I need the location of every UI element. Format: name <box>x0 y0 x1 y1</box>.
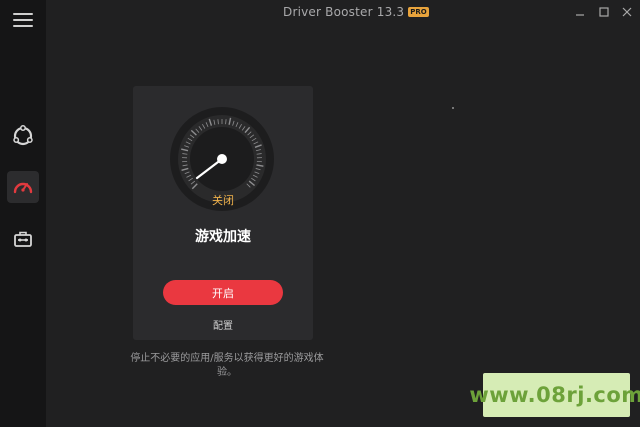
title-bar: Driver Booster 13.3 PRO <box>46 0 640 26</box>
minimize-button[interactable] <box>573 5 587 19</box>
speedometer-icon <box>13 182 33 194</box>
minimize-icon <box>576 14 584 16</box>
watermark-text: www.08rj.com <box>469 383 640 407</box>
sidebar-item-toolbox[interactable] <box>7 223 39 255</box>
pro-badge: PRO <box>408 7 429 17</box>
start-boost-button[interactable]: 开启 <box>163 280 283 305</box>
config-link[interactable]: 配置 <box>133 317 313 332</box>
sidebar <box>0 0 46 427</box>
app-window: Driver Booster 13.3 PRO 关闭 游戏加速 开启 配置 停止… <box>0 0 640 427</box>
sidebar-item-scan[interactable] <box>7 120 39 152</box>
app-title: Driver Booster 13.3 <box>283 5 405 19</box>
close-button[interactable] <box>620 5 634 19</box>
ring-icon <box>13 125 33 146</box>
boost-status: 关闭 <box>212 194 234 207</box>
gauge-hub <box>217 154 227 164</box>
toolbox-icon <box>14 231 32 247</box>
watermark: www.08rj.com <box>469 373 640 417</box>
sidebar-item-game-boost[interactable] <box>7 171 39 203</box>
maximize-icon <box>599 7 609 17</box>
description-text: 停止不必要的应用/服务以获得更好的游戏体验。 <box>130 353 324 378</box>
close-icon <box>622 7 632 17</box>
game-boost-card: 关闭 游戏加速 开启 配置 <box>133 86 313 340</box>
gauge-tick <box>217 119 219 125</box>
maximize-button[interactable] <box>597 5 611 19</box>
hamburger-menu-icon[interactable] <box>13 13 33 29</box>
title-group: Driver Booster 13.3 PRO <box>283 5 429 19</box>
decorative-dot <box>452 107 454 109</box>
gauge-tick <box>225 119 227 125</box>
card-title: 游戏加速 <box>195 229 251 245</box>
